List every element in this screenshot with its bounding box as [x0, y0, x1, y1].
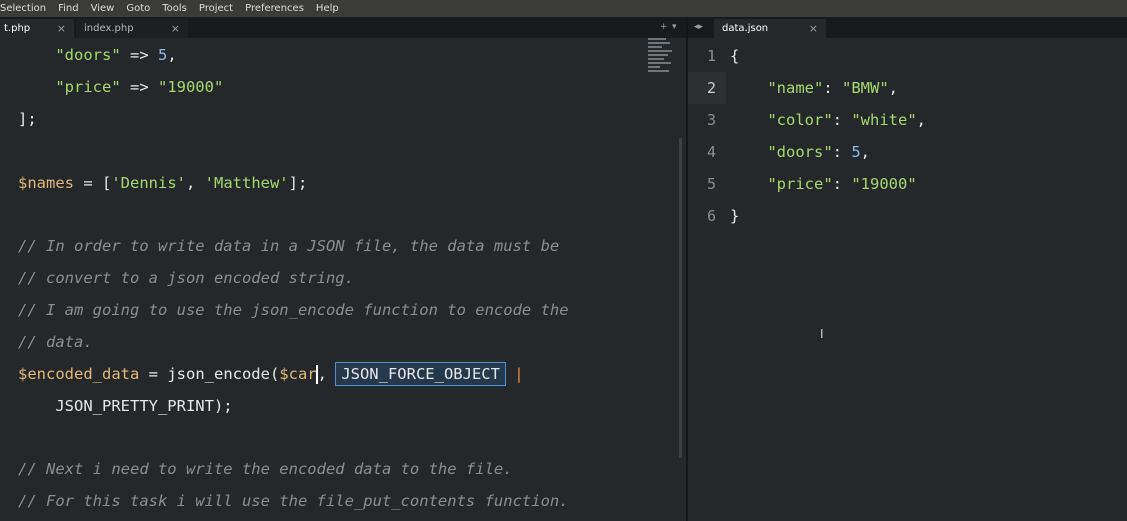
menu-goto[interactable]: Goto — [120, 0, 156, 17]
line-number: 3 — [706, 111, 716, 129]
menu-help[interactable]: Help — [310, 0, 345, 17]
left-tab-bar: t.php × index.php × + ▾ — [0, 17, 686, 38]
code-comment: // Next i need to write the encoded data… — [18, 460, 513, 478]
new-tab-icon[interactable]: + — [660, 17, 668, 38]
tab-label: index.php — [84, 23, 134, 34]
menu-view[interactable]: View — [85, 0, 121, 17]
menu-bar: Selection Find View Goto Tools Project P… — [0, 0, 1127, 17]
close-icon[interactable]: × — [809, 19, 818, 38]
menu-project[interactable]: Project — [193, 0, 239, 17]
code-line: "price": "19000" — [767, 175, 917, 193]
autocomplete-selection[interactable]: JSON_FORCE_OBJECT — [335, 362, 506, 386]
code-line: "doors": 5, — [767, 143, 871, 161]
code-line: "name": "BMW", — [767, 79, 899, 97]
tab-label: t.php — [4, 23, 31, 34]
code-comment: // convert to a json encoded string. — [18, 269, 354, 287]
tab-label: data.json — [722, 23, 769, 34]
tab-t-php[interactable]: t.php × — [0, 19, 74, 38]
menu-find[interactable]: Find — [52, 0, 85, 17]
mouse-cursor-icon: I — [820, 327, 824, 341]
line-number: 4 — [706, 143, 716, 161]
tab-index-php[interactable]: index.php × — [76, 19, 188, 38]
right-tab-bar: ◂▸ data.json × — [688, 17, 1127, 38]
left-editor[interactable]: "doors" => 5, "price" => "19000" ]; $nam… — [0, 38, 686, 521]
code-comment: // In order to write data in a JSON file… — [18, 237, 560, 255]
tab-nav-icon[interactable]: ◂▸ — [694, 17, 703, 38]
code-line: "doors" => 5, — [55, 46, 177, 64]
code-line: { — [730, 47, 740, 65]
code-comment: // For this task i will use the file_put… — [18, 492, 569, 510]
php-code: "doors" => 5, "price" => "19000" ]; $nam… — [0, 38, 569, 510]
code-comment: // data. — [18, 333, 93, 351]
code-line: $names = ['Dennis', 'Matthew']; — [18, 174, 308, 192]
right-editor[interactable]: 1 2 3 4 5 6 { "name": "BMW", "color": "w… — [688, 38, 1127, 521]
vertical-scrollbar[interactable] — [679, 138, 682, 458]
code-line: $encoded_data = json_encode($car, JSON_F… — [18, 362, 524, 386]
close-icon[interactable]: × — [171, 19, 180, 38]
minimap[interactable] — [648, 38, 674, 78]
line-number: 1 — [706, 47, 716, 65]
menu-preferences[interactable]: Preferences — [239, 0, 310, 17]
line-number: 5 — [706, 175, 716, 193]
code-line: JSON_PRETTY_PRINT); — [18, 397, 233, 415]
close-icon[interactable]: × — [57, 19, 66, 38]
menu-tools[interactable]: Tools — [156, 0, 193, 17]
tab-menu-icon[interactable]: ▾ — [672, 17, 677, 38]
menu-selection[interactable]: Selection — [0, 0, 52, 17]
code-line: } — [730, 207, 740, 225]
code-line: ]; — [18, 110, 37, 128]
line-number: 6 — [706, 207, 716, 225]
tab-data-json[interactable]: data.json × — [714, 19, 826, 38]
code-comment: // I am going to use the json_encode fun… — [18, 301, 569, 319]
code-line: "color": "white", — [767, 111, 926, 129]
line-number: 2 — [706, 79, 716, 97]
code-line: "price" => "19000" — [55, 78, 224, 96]
